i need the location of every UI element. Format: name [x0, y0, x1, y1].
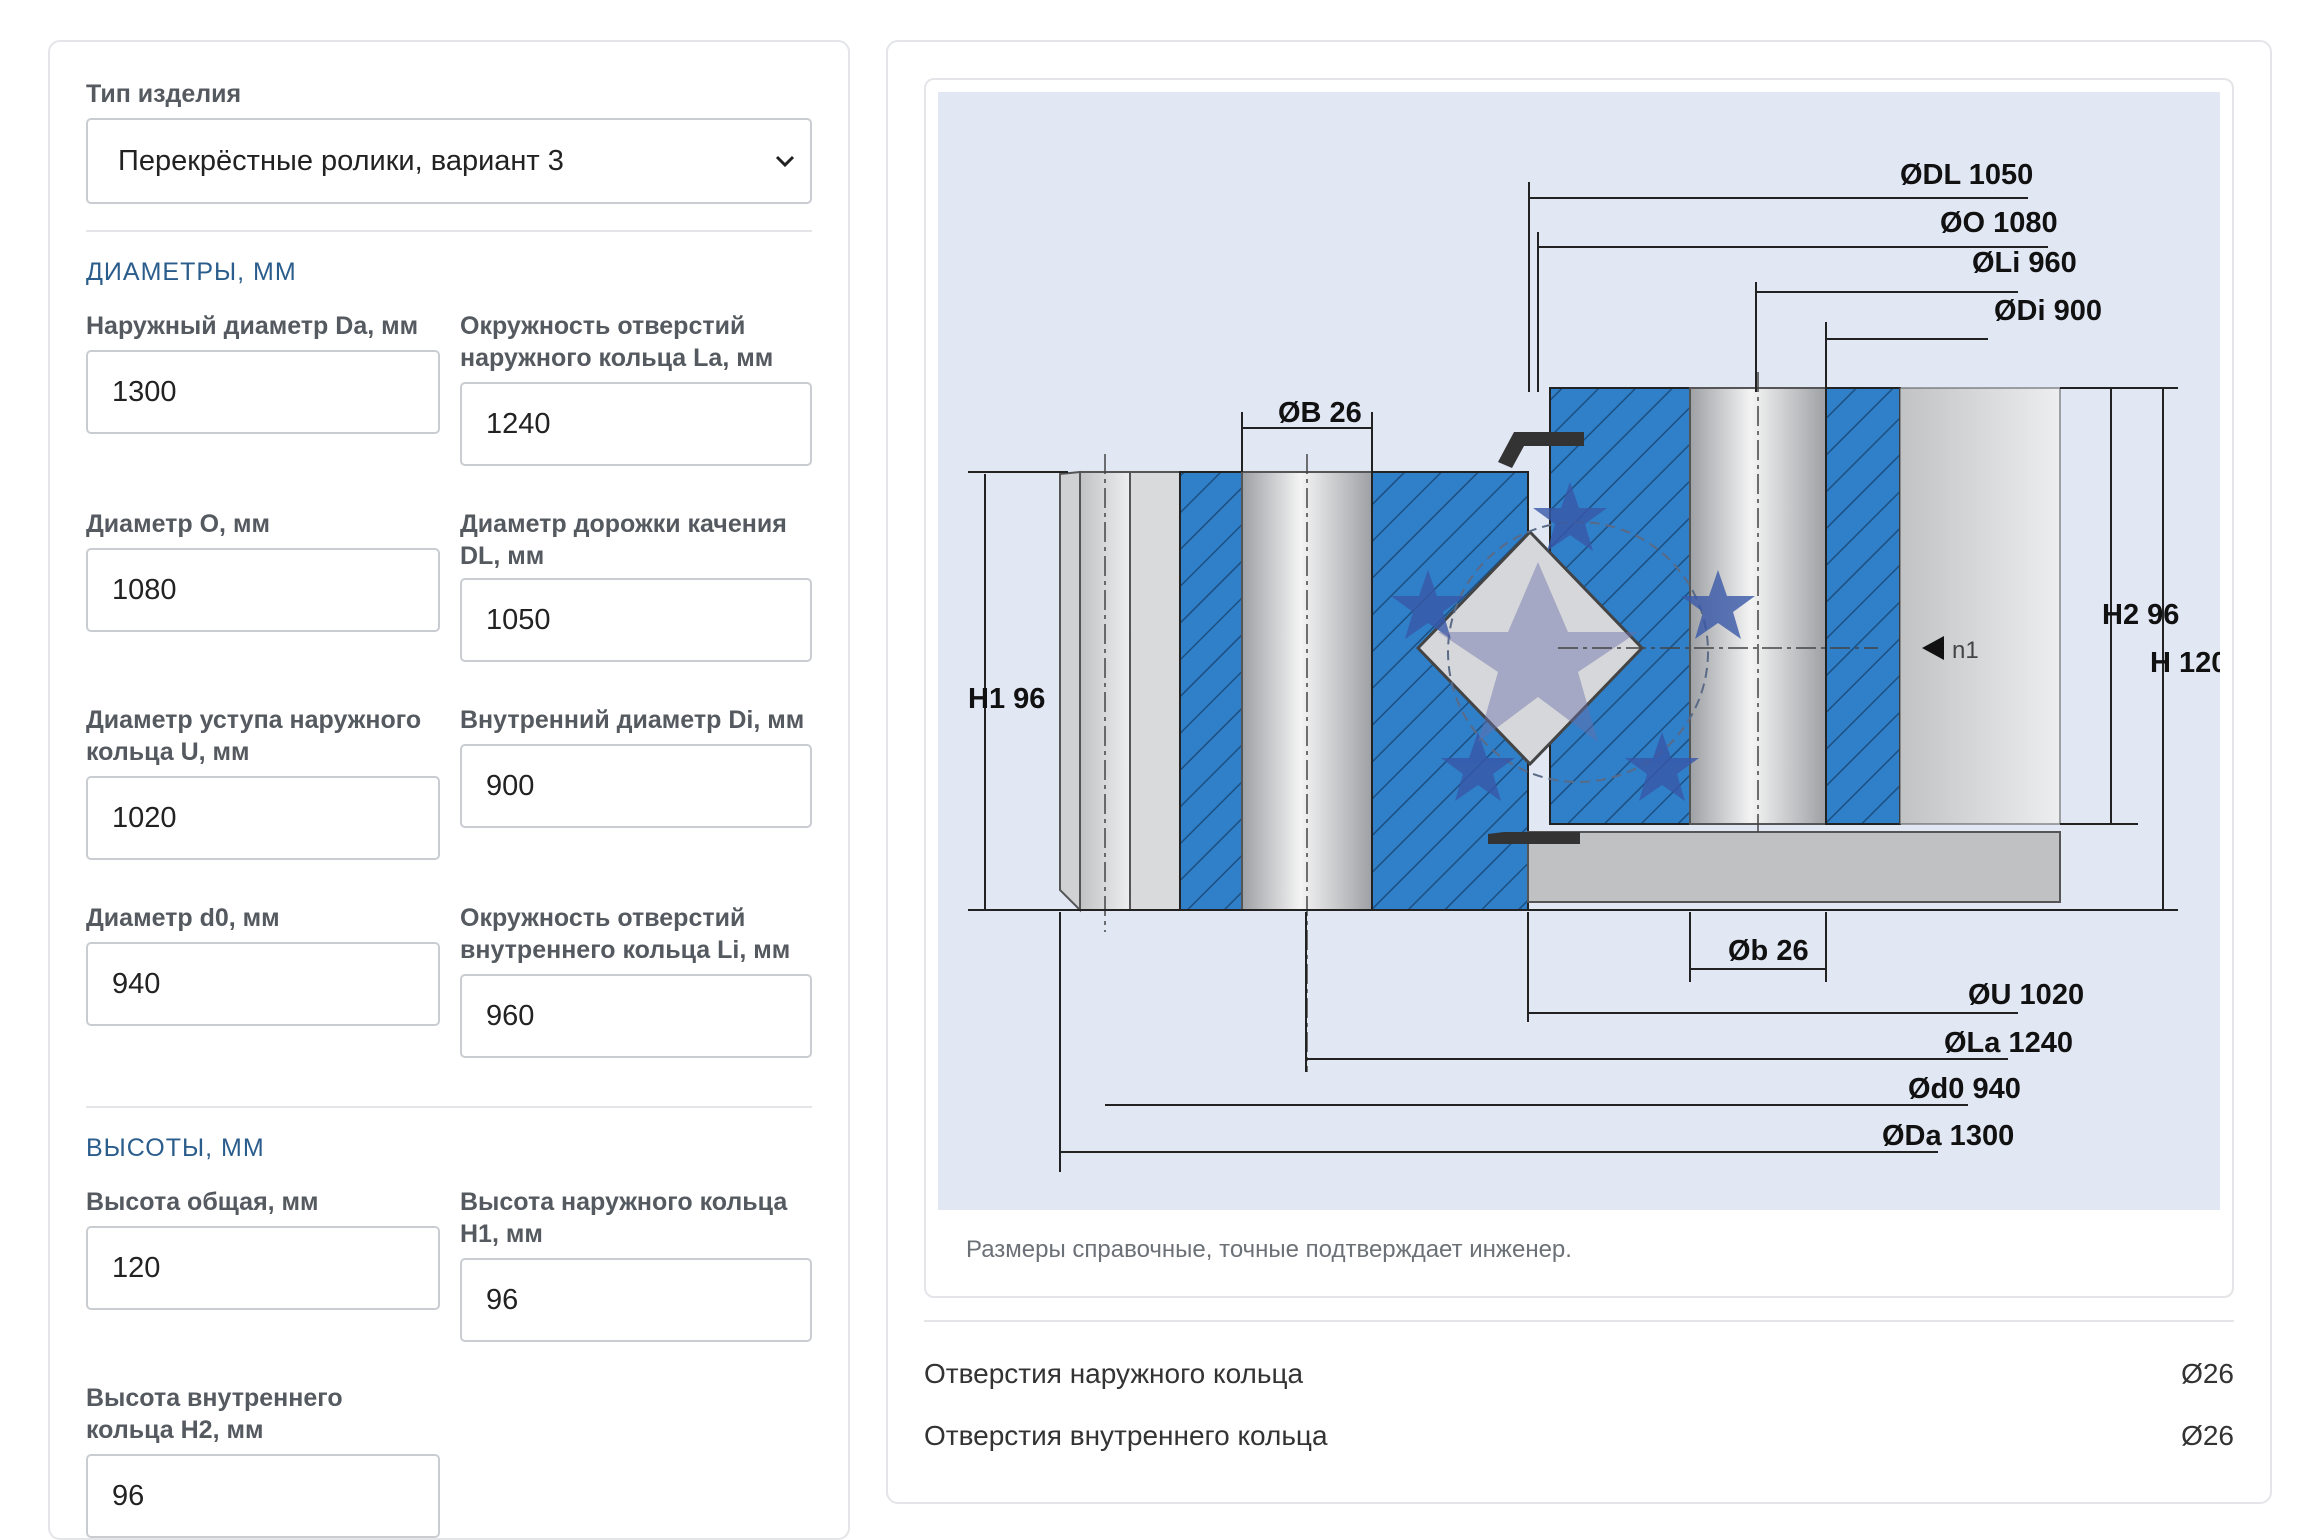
o-label: Диаметр O, мм [86, 510, 270, 538]
holes-row-inner: Отверстия внутреннего кольца Ø26 [924, 1420, 2234, 1452]
dim-b-outer: ØB 26 [1278, 397, 1362, 429]
holes-inner-label: Отверстия внутреннего кольца [924, 1420, 1328, 1451]
o-input[interactable]: 1080 [86, 548, 440, 632]
dim-n1: n1 [1952, 637, 1979, 664]
bearing-drawing: ØDL 1050 ØO 1080 ØLi 960 ØDi 900 ØB 26 H… [938, 92, 2220, 1210]
u-input[interactable]: 1020 [86, 776, 440, 860]
la-input[interactable]: 1240 [460, 382, 812, 466]
product-type-value: Перекрёстные ролики, вариант 3 [118, 144, 564, 177]
heights-section-title: ВЫСОТЫ, ММ [86, 1134, 265, 1162]
divider [924, 1320, 2234, 1322]
dim-da: ØDa 1300 [1882, 1120, 2014, 1152]
divider [86, 230, 812, 232]
da-input[interactable]: 1300 [86, 350, 440, 434]
h-input[interactable]: 120 [86, 1226, 440, 1310]
da-label: Наружный диаметр Da, мм [86, 312, 419, 340]
dim-la: ØLa 1240 [1944, 1027, 2073, 1059]
h2-input[interactable]: 96 [86, 1454, 440, 1538]
holes-outer-label: Отверстия наружного кольца [924, 1358, 1304, 1389]
u-label: Диаметр уступа наружного кольца U, мм [86, 706, 422, 766]
dl-label: Диаметр дорожки качения DL, мм [460, 510, 787, 570]
dim-b-inner: Øb 26 [1728, 935, 1809, 967]
dim-dl: ØDL 1050 [1900, 159, 2033, 191]
d0-label: Диаметр d0, мм [86, 904, 280, 932]
h-label: Высота общая, мм [86, 1188, 319, 1216]
dim-h: H 120 [2150, 647, 2220, 679]
dim-li: ØLi 960 [1972, 247, 2077, 279]
holes-outer-value: Ø26 [2181, 1358, 2234, 1389]
dim-d0: Ød0 940 [1908, 1073, 2021, 1105]
li-input[interactable]: 960 [460, 974, 812, 1058]
diameters-section-title: ДИАМЕТРЫ, ММ [86, 258, 297, 286]
dim-di: ØDi 900 [1994, 295, 2102, 327]
dim-h1: H1 96 [968, 683, 1045, 715]
chevron-down-icon [775, 155, 795, 168]
divider [86, 1106, 812, 1108]
dim-h2: H2 96 [2102, 599, 2179, 631]
d0-input[interactable]: 940 [86, 942, 440, 1026]
li-label: Окружность отверстий внутреннего кольца … [460, 904, 791, 964]
dim-u: ØU 1020 [1968, 979, 2084, 1011]
h1-label: Высота наружного кольца H1, мм [460, 1188, 788, 1248]
h2-label: Высота внутреннего кольца H2, мм [86, 1384, 343, 1444]
product-type-label: Тип изделия [86, 80, 242, 108]
h1-input[interactable]: 96 [460, 1258, 812, 1342]
la-label: Окружность отверстий наружного кольца La… [460, 312, 774, 372]
drawing-caption: Размеры справочные, точные подтверждает … [966, 1236, 1572, 1263]
di-input[interactable]: 900 [460, 744, 812, 828]
dim-o: ØO 1080 [1940, 207, 2058, 239]
dl-input[interactable]: 1050 [460, 578, 812, 662]
holes-inner-value: Ø26 [2181, 1420, 2234, 1451]
di-label: Внутренний диаметр Di, мм [460, 706, 805, 734]
product-type-select[interactable]: Перекрёстные ролики, вариант 3 [86, 118, 812, 204]
holes-row-outer: Отверстия наружного кольца Ø26 [924, 1358, 2234, 1390]
